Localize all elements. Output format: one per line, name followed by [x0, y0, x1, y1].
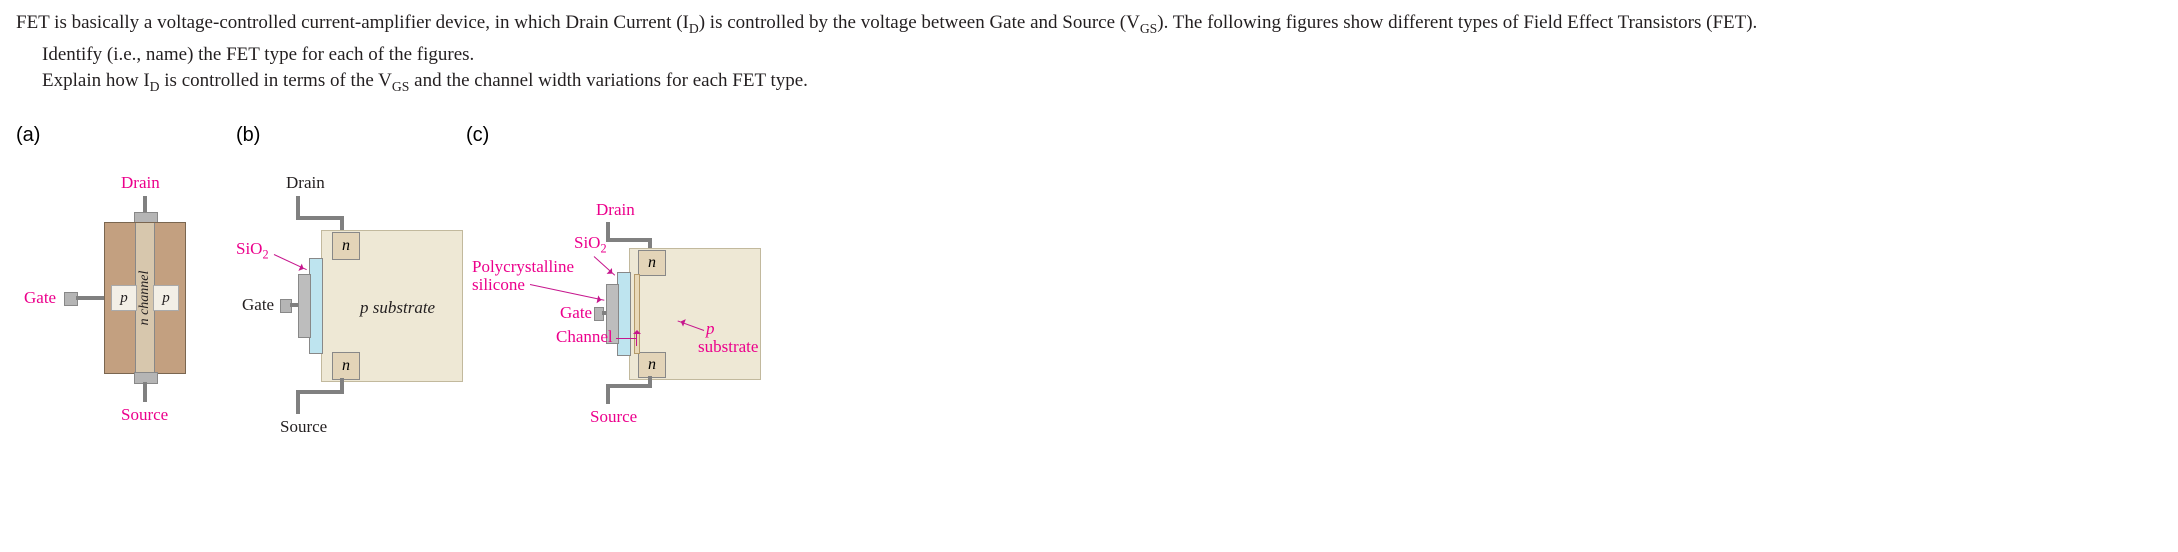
fa-p-right: p	[153, 285, 179, 311]
fc-sio2-label: SiO2	[574, 234, 607, 256]
fb-n-bot: n	[332, 352, 360, 380]
fc-gate-label: Gate	[560, 304, 592, 323]
fb-sio2-label: SiO2	[236, 240, 269, 262]
fb-sio2-text: SiO	[236, 239, 262, 258]
figure-b: (b) Drain p substrate n n SiO2	[236, 124, 466, 494]
figure-a-area: Drain n channel p p Gate Sou	[16, 124, 236, 484]
question-task2: Explain how ID is controlled in terms of…	[16, 68, 2162, 96]
figure-c: (c) Drain n n SiO2	[466, 124, 806, 494]
fb-gate-metal	[298, 274, 311, 338]
figure-b-area: Drain p substrate n n SiO2 Gate	[236, 124, 466, 494]
fb-n-bot-text: n	[342, 357, 350, 375]
fc-sio2-sub: 2	[600, 242, 606, 256]
fb-oxide	[309, 258, 323, 354]
fa-gate-label: Gate	[24, 289, 56, 308]
fc-n-top-text: n	[648, 254, 656, 272]
fa-drain-label: Drain	[121, 174, 160, 193]
fa-channel: n channel	[135, 223, 155, 373]
fc-poly-arrow	[530, 284, 605, 301]
task2-b: is controlled in terms of the V	[160, 70, 392, 91]
fc-drain-wire-h	[606, 238, 652, 242]
fb-sio2-arrow	[274, 254, 307, 270]
fb-gate-wire	[290, 303, 298, 307]
fa-p-right-text: p	[162, 290, 170, 307]
fc-gate-wire	[602, 311, 606, 315]
fc-oxide	[617, 272, 631, 356]
fc-n-bot-text: n	[648, 356, 656, 374]
fb-substrate-label: p substrate	[360, 298, 435, 318]
fc-channel-label: Channel	[556, 328, 613, 347]
fb-n-top: n	[332, 232, 360, 260]
intro-sub2: GS	[1140, 21, 1157, 36]
fa-body: n channel p p	[104, 222, 186, 374]
fa-p-left: p	[111, 285, 137, 311]
figure-c-area: Drain n n SiO2 Polycrystall	[466, 124, 806, 494]
fc-src-wire-h	[606, 384, 652, 388]
intro-part3: ). The following figures show different …	[1157, 12, 1757, 33]
intro-sub1: D	[689, 21, 699, 36]
fa-source-label: Source	[121, 406, 168, 425]
fc-n-bot: n	[638, 352, 666, 378]
task2-sub1: D	[150, 79, 160, 94]
fb-sio2-sub: 2	[262, 248, 268, 262]
task2-a: Explain how I	[42, 70, 150, 91]
fb-drain-label: Drain	[286, 174, 325, 193]
figure-a: (a) Drain n channel p p Gate	[16, 124, 236, 484]
intro-part2: ) is controlled by the voltage between G…	[699, 12, 1140, 33]
fc-source-label: Source	[590, 408, 637, 427]
fa-channel-label: n channel	[137, 271, 153, 326]
fb-drain-wire-h	[296, 216, 344, 220]
question-root: FET is basically a voltage-controlled cu…	[16, 10, 2162, 494]
question-task1: Identify (i.e., name) the FET type for e…	[16, 42, 2162, 68]
fa-gate-wire	[76, 296, 104, 300]
fc-sub-text: substrate	[698, 338, 758, 357]
fc-built-in-channel	[634, 274, 640, 354]
figures-row: (a) Drain n channel p p Gate	[16, 124, 2162, 494]
fc-channel-arrow	[636, 332, 637, 346]
task2-c: and the channel width variations for eac…	[409, 70, 808, 91]
fc-n-top: n	[638, 250, 666, 276]
fc-src-wire-v	[606, 384, 610, 404]
fa-source-wire	[143, 382, 147, 402]
fa-p-left-text: p	[120, 290, 128, 307]
fb-n-top-text: n	[342, 237, 350, 255]
fb-gate-label: Gate	[242, 296, 274, 315]
fc-channel-lead	[616, 338, 636, 339]
fc-sub-p: p	[706, 320, 715, 339]
fb-src-wire-v	[296, 390, 300, 414]
fc-poly-l1: Polycrystalline	[472, 258, 574, 277]
fb-src-wire-h	[296, 390, 344, 394]
fb-source-label: Source	[280, 418, 327, 437]
fc-poly-l2: silicone	[472, 276, 525, 295]
fc-sio2-arrow	[594, 256, 615, 275]
intro-part1: FET is basically a voltage-controlled cu…	[16, 12, 689, 33]
question-intro: FET is basically a voltage-controlled cu…	[16, 10, 2162, 38]
fc-sio2-text: SiO	[574, 233, 600, 252]
task2-sub2: GS	[392, 79, 409, 94]
fc-drain-label: Drain	[596, 201, 635, 220]
